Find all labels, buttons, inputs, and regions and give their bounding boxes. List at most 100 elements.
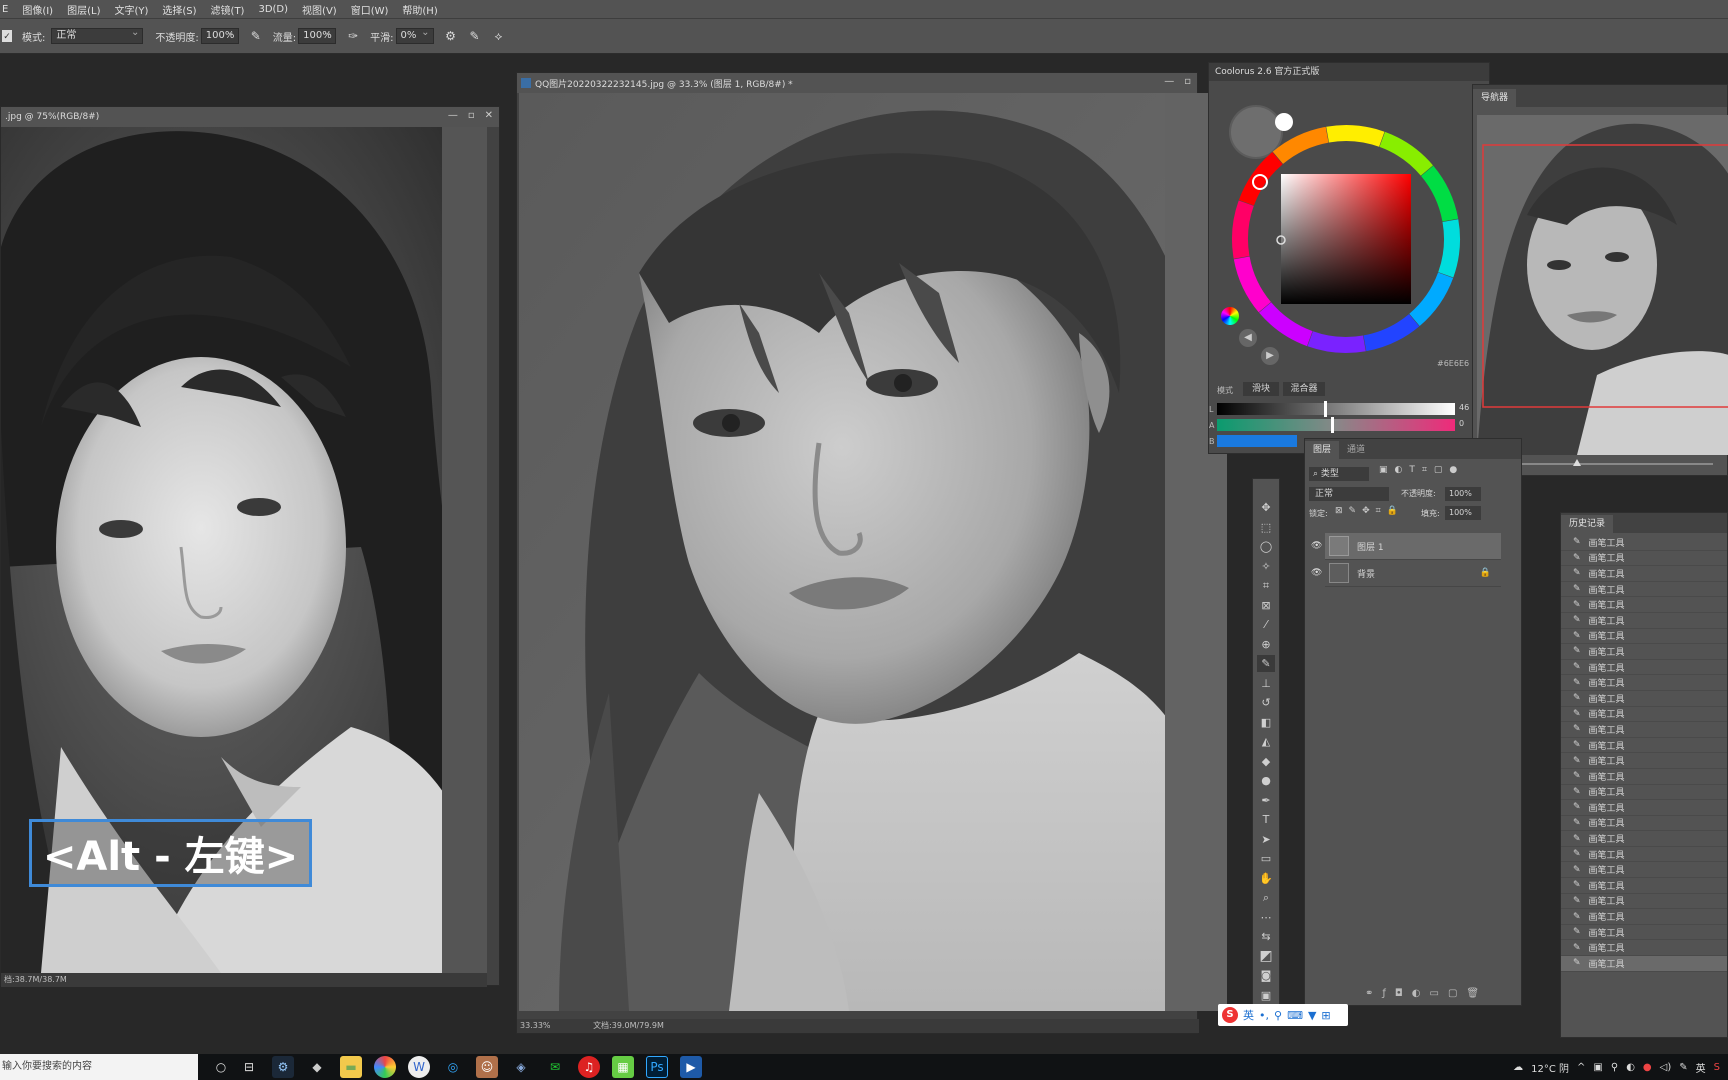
cortana-icon[interactable]: ○ — [210, 1056, 232, 1078]
ime-keyboard-icon[interactable]: ⌨ — [1287, 1009, 1303, 1022]
tab-channels[interactable]: 通道 — [1339, 441, 1373, 459]
history-brush-tool-icon[interactable]: ↺ — [1257, 694, 1275, 711]
photoshop-icon[interactable]: Ps — [646, 1056, 668, 1078]
eye-icon[interactable]: 👁 — [1311, 541, 1322, 551]
avatar-app-icon[interactable]: ☺ — [476, 1056, 498, 1078]
restore-icon[interactable]: ▫ — [468, 110, 475, 121]
smooth-input[interactable]: 0% — [395, 26, 434, 44]
app-cube-icon[interactable]: ◆ — [306, 1056, 328, 1078]
frame-tool-icon[interactable]: ⊠ — [1257, 597, 1275, 614]
taskbar-search[interactable]: 输入你要搜索的内容 — [0, 1054, 198, 1080]
history-item[interactable]: ✎ 画笔工具 — [1561, 878, 1727, 894]
history-item[interactable]: ✎ 画笔工具 — [1561, 675, 1727, 691]
lightness-slider[interactable] — [1217, 403, 1455, 415]
marquee-tool-icon[interactable]: ⬚ — [1257, 519, 1275, 536]
history-item[interactable]: ✎ 画笔工具 — [1561, 582, 1727, 598]
layer-opacity-input[interactable]: 100% — [1445, 487, 1481, 501]
ime-mic-icon[interactable]: ⚲ — [1274, 1009, 1282, 1022]
ime-skin-icon[interactable]: ▼ — [1308, 1009, 1316, 1022]
word-icon[interactable]: W — [408, 1056, 430, 1078]
history-item[interactable]: ✎ 画笔工具 — [1561, 644, 1727, 660]
history-item[interactable]: ✎ 画笔工具 — [1561, 847, 1727, 863]
history-item[interactable]: ✎ 画笔工具 — [1561, 800, 1727, 816]
fill-input[interactable]: 100% — [1445, 506, 1481, 520]
netease-music-icon[interactable]: ♫ — [578, 1056, 600, 1078]
tray-sogou-icon[interactable]: S — [1714, 1062, 1720, 1073]
navigator-preview[interactable] — [1477, 115, 1728, 455]
menu-item-3d[interactable]: 3D(D) — [258, 4, 288, 15]
hex-value[interactable]: #6E6E6 — [1437, 359, 1469, 368]
hue-ring[interactable] — [1231, 124, 1461, 354]
volume-icon[interactable]: ◁) — [1660, 1062, 1672, 1073]
book-app-icon[interactable]: ◈ — [510, 1056, 532, 1078]
opacity-input[interactable]: 100% — [200, 26, 239, 44]
history-item[interactable]: ✎ 画笔工具 — [1561, 535, 1727, 551]
layer-filter-icons[interactable]: ▣◐T⌗▢● — [1379, 465, 1464, 475]
airbrush-icon[interactable]: ✑ — [346, 29, 360, 43]
mode-select[interactable]: 正常 — [51, 26, 144, 44]
bucket-tool-icon[interactable]: ◭ — [1257, 733, 1275, 750]
weather-text[interactable]: 12°C 阴 — [1531, 1060, 1569, 1075]
color-mode-icon[interactable] — [1221, 307, 1239, 325]
quick-mask-icon[interactable]: ◙ — [1257, 967, 1275, 984]
navigator-zoom-handle[interactable] — [1573, 459, 1581, 466]
tray-lang[interactable]: 英 — [1696, 1060, 1706, 1075]
move-tool-icon[interactable]: ✥ — [1257, 499, 1275, 516]
tab-slider[interactable]: 滑块 — [1243, 382, 1279, 396]
swap-colors-icon[interactable]: ⇆ — [1257, 928, 1275, 945]
main-canvas[interactable] — [519, 93, 1227, 1011]
layer-row[interactable]: 👁 背景 🔒 — [1311, 560, 1501, 587]
minimize-icon[interactable]: — — [1164, 76, 1174, 87]
dodge-tool-icon[interactable]: ● — [1257, 772, 1275, 789]
history-item[interactable]: ✎ 画笔工具 — [1561, 769, 1727, 785]
history-item[interactable]: ✎ 画笔工具 — [1561, 816, 1727, 832]
eraser-tool-icon[interactable]: ◧ — [1257, 714, 1275, 731]
history-item[interactable]: ✎ 画笔工具 — [1561, 940, 1727, 957]
more-tools-icon[interactable]: ⋯ — [1257, 909, 1275, 926]
eye-icon[interactable]: 👁 — [1311, 568, 1322, 578]
history-item[interactable]: ✎ 画笔工具 — [1561, 909, 1727, 925]
menu-item-help[interactable]: 帮助(H) — [402, 2, 437, 17]
menu-item-type[interactable]: 文字(Y) — [114, 2, 148, 17]
screen-mode-icon[interactable]: ▣ — [1257, 987, 1275, 1004]
b-slider[interactable] — [1217, 435, 1297, 447]
task-view-icon[interactable]: ⊟ — [238, 1056, 260, 1078]
pressure-size-icon[interactable]: ✎ — [468, 29, 482, 43]
history-item[interactable]: ✎ 画笔工具 — [1561, 629, 1727, 645]
history-item[interactable]: ✎ 画笔工具 — [1561, 613, 1727, 629]
blend-mode-select[interactable]: 正常 — [1309, 487, 1389, 501]
mic-icon[interactable]: ⚲ — [1611, 1062, 1618, 1073]
history-item[interactable]: ✎ 画笔工具 — [1561, 597, 1727, 613]
ime-lang[interactable]: 英 — [1243, 1007, 1254, 1023]
history-item[interactable]: ✎ 画笔工具 — [1561, 831, 1727, 847]
edge-icon[interactable]: ◎ — [442, 1056, 464, 1078]
stamp-tool-icon[interactable]: ⊥ — [1257, 675, 1275, 692]
history-item[interactable]: ✎ 画笔工具 — [1561, 707, 1727, 723]
tray-app-icon[interactable]: ▣ — [1593, 1062, 1602, 1073]
ime-logo-icon[interactable]: S — [1222, 1007, 1238, 1023]
close-icon[interactable]: ✕ — [485, 110, 493, 121]
menu-item-layer[interactable]: 图层(L) — [67, 2, 100, 17]
video-app-icon[interactable]: ▶ — [680, 1056, 702, 1078]
lock-icons[interactable]: ⊠✎✥⌗🔒 — [1335, 506, 1404, 516]
symmetry-icon[interactable]: ⟡ — [492, 29, 506, 43]
image-viewer-icon[interactable]: ▦ — [612, 1056, 634, 1078]
path-select-tool-icon[interactable]: ➤ — [1257, 831, 1275, 848]
file-explorer-icon[interactable]: ▬ — [340, 1056, 362, 1078]
history-item[interactable]: ✎ 画笔工具 — [1561, 722, 1727, 738]
tab-history[interactable]: 历史记录 — [1561, 515, 1614, 533]
minimize-icon[interactable]: — — [448, 110, 458, 121]
gear-icon[interactable]: ⚙ — [444, 29, 458, 43]
eyedropper-tool-icon[interactable]: ⁄ — [1257, 616, 1275, 633]
healing-tool-icon[interactable]: ⊕ — [1257, 636, 1275, 653]
pen-tool-icon[interactable]: ✒ — [1257, 792, 1275, 809]
menu-item-edit[interactable]: E — [2, 4, 8, 15]
history-item[interactable]: ✎ 画笔工具 — [1561, 753, 1727, 769]
a-slider-handle[interactable] — [1331, 417, 1334, 433]
redo-color-icon[interactable]: ▶ — [1261, 347, 1279, 365]
history-item[interactable]: ✎ 画笔工具 — [1561, 566, 1727, 582]
color-wheel[interactable] — [1232, 124, 1460, 353]
a-slider[interactable] — [1217, 419, 1455, 431]
checkbox-icon[interactable]: ✓ — [2, 30, 12, 42]
restore-icon[interactable]: ▫ — [1184, 76, 1191, 87]
